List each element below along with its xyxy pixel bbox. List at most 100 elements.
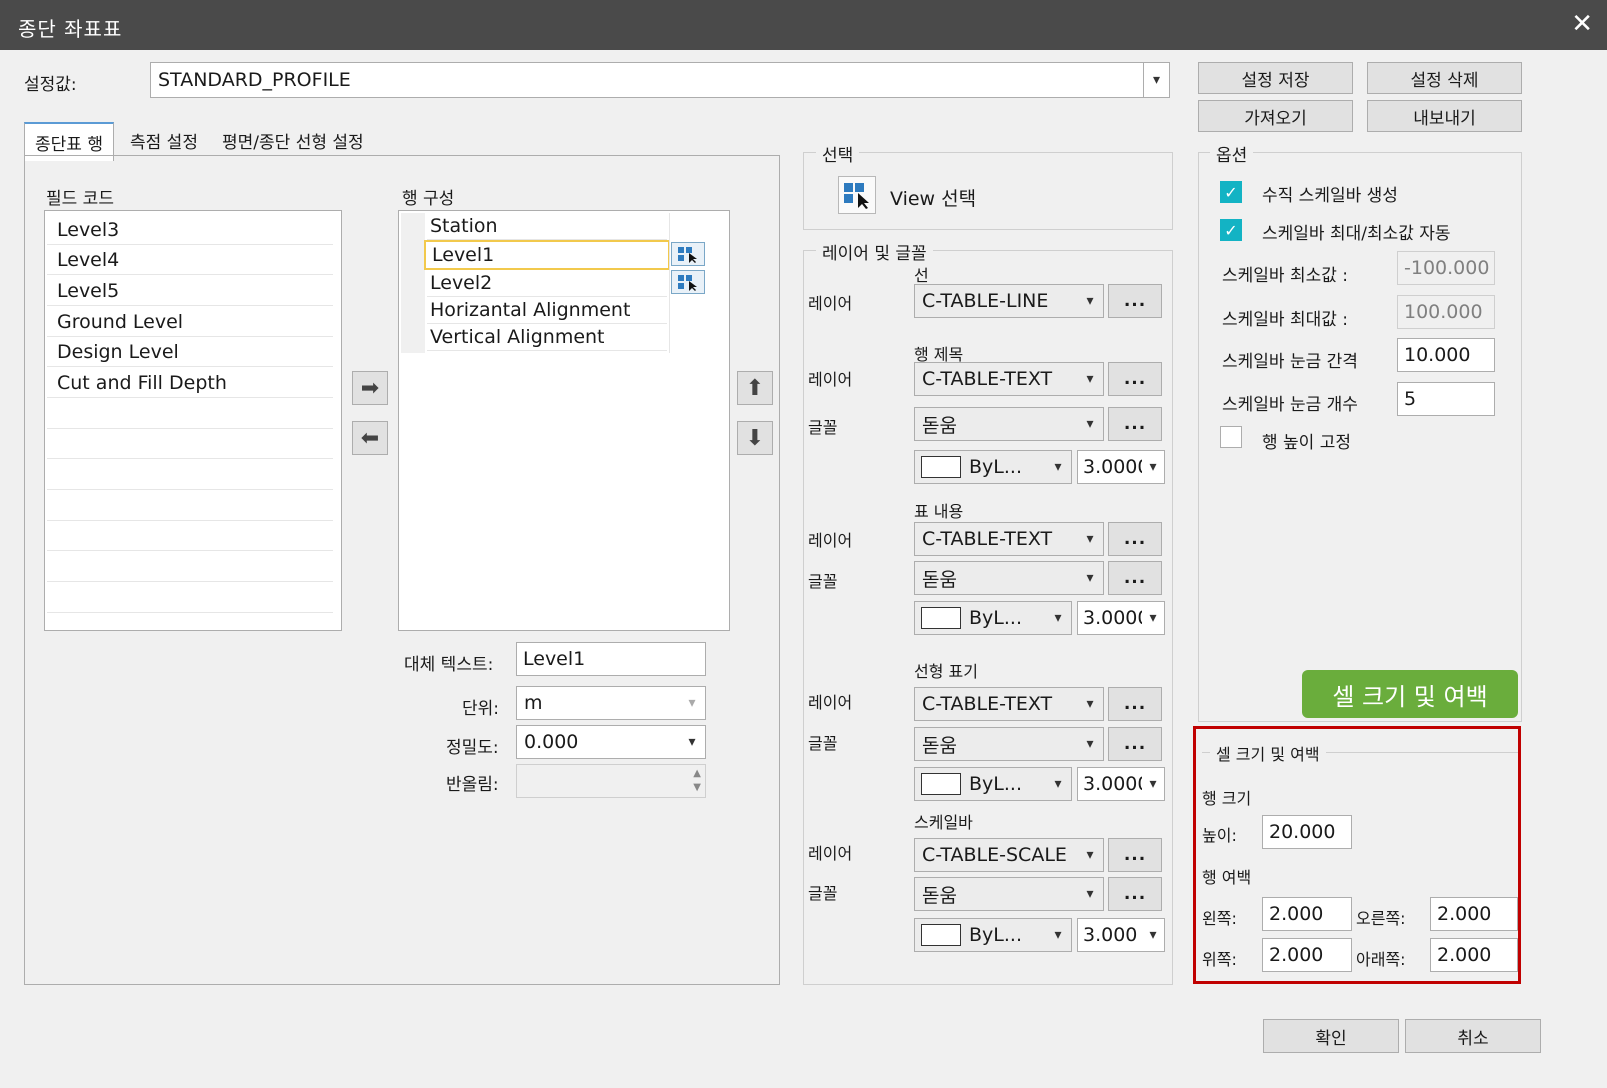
chevron-down-icon: ▾ [1086,371,1094,387]
delete-preset-button[interactable]: 설정 삭제 [1367,62,1522,94]
top-margin-input[interactable]: 2.000 [1262,938,1352,972]
arrow-up-icon: ⬆ [745,375,765,401]
list-item[interactable]: Level3 [47,215,333,245]
max-value-label: 스케일바 최대값 : [1222,310,1349,330]
list-item[interactable]: Ground Level [47,307,333,337]
row-title-font-more-button[interactable]: ... [1108,407,1162,441]
vertical-scalebar-checkbox[interactable]: ✓ [1220,181,1242,203]
table-content-font-more-button[interactable]: ... [1108,561,1162,595]
height-label: 높이: [1202,826,1237,845]
cancel-button[interactable]: 취소 [1405,1019,1541,1053]
chevron-down-icon: ▾ [1086,416,1094,432]
row-title-layer-more-button[interactable]: ... [1108,362,1162,396]
table-content-color-select[interactable]: ByL... ▾ [914,601,1072,635]
interval-input[interactable]: 10.000 [1397,338,1495,372]
table-content-layer-select[interactable]: C-TABLE-TEXT ▾ [914,522,1104,556]
scalebar-layer-value: C-TABLE-SCALE [922,844,1067,866]
list-item[interactable]: Level5 [47,276,333,306]
table-content-size-select[interactable]: 3.0000 ▾ [1077,601,1165,635]
row-title-color-value: ByL... [969,456,1022,478]
table-content-font-select[interactable]: 돋움 ▾ [914,561,1104,595]
row-select-icon[interactable] [671,242,705,266]
left-margin-input[interactable]: 2.000 [1262,897,1352,931]
scalebar-font-select[interactable]: 돋움 ▾ [914,877,1104,911]
color-swatch [921,773,961,795]
import-button[interactable]: 가져오기 [1198,100,1353,132]
chevron-down-icon: ▾ [1086,570,1094,586]
height-input[interactable]: 20.000 [1262,815,1352,849]
remove-row-button[interactable]: ⬅ [352,421,388,455]
list-item[interactable]: Level4 [47,245,333,275]
chevron-down-icon: ▾ [1143,63,1169,97]
chevron-down-icon: ▾ [1086,531,1094,547]
min-value-input[interactable]: -100.000 [1397,251,1495,285]
alignment-size-select[interactable]: 3.0000 ▾ [1077,767,1165,801]
list-item[interactable]: Design Level [47,337,333,367]
row-title-size-select[interactable]: 3.0000 ▾ [1077,450,1165,484]
auto-minmax-checkbox[interactable]: ✓ [1220,219,1242,241]
row-select-icon[interactable] [671,270,705,294]
count-label: 스케일바 눈금 개수 [1222,395,1358,415]
alignment-font-value: 돋움 [922,734,957,757]
row-title-layer-select[interactable]: C-TABLE-TEXT ▾ [914,362,1104,396]
alignment-layer-more-button[interactable]: ... [1108,687,1162,721]
preset-label: 설정값: [24,75,77,95]
scalebar-color-select[interactable]: ByL... ▾ [914,918,1072,952]
alignment-font-select[interactable]: 돋움 ▾ [914,727,1104,761]
scalebar-font-more-button[interactable]: ... [1108,877,1162,911]
spinner-arrows-icon: ▲ ▼ [693,768,701,793]
rounding-spinner[interactable]: ▲ ▼ [516,764,706,798]
list-item-selected[interactable]: Level1 [424,240,670,270]
unit-select[interactable]: m ▾ [516,686,706,720]
count-input[interactable]: 5 [1397,382,1495,416]
alignment-layer-select[interactable]: C-TABLE-TEXT ▾ [914,687,1104,721]
precision-select[interactable]: 0.000 ▾ [516,725,706,759]
row-title-layer-value: C-TABLE-TEXT [922,368,1053,390]
arrow-right-icon: ➡ [360,375,380,401]
bottom-margin-label: 아래쪽: [1356,950,1406,969]
table-content-layer-more-button[interactable]: ... [1108,522,1162,556]
list-item[interactable]: Level2 [427,270,667,297]
max-value-input[interactable]: 100.000 [1397,295,1495,329]
tab-alignment[interactable]: 평면/종단 선형 설정 [212,122,374,159]
right-margin-input[interactable]: 2.000 [1430,897,1518,931]
list-item[interactable]: Horizantal Alignment [427,297,667,324]
row-header-strip [401,213,425,353]
row-title-color-select[interactable]: ByL... ▾ [914,450,1072,484]
scalebar-size-select[interactable]: 3.000 ▾ [1077,918,1165,952]
add-row-button[interactable]: ➡ [352,371,388,405]
view-select-button[interactable]: View 선택 [890,184,976,211]
chevron-down-icon: ▾ [1054,776,1062,792]
view-select-icon[interactable] [838,176,876,214]
list-item[interactable]: Vertical Alignment [427,324,667,351]
alignment-font-more-button[interactable]: ... [1108,727,1162,761]
scalebar-layer-more-button[interactable]: ... [1108,838,1162,872]
move-down-button[interactable]: ⬇ [737,421,773,455]
preset-value: STANDARD_PROFILE [158,69,351,91]
fix-height-checkbox[interactable] [1220,426,1242,448]
chevron-down-icon: ▾ [1054,927,1062,943]
row-config-list[interactable]: Station Level1 Level2 Horizantal Alignme… [398,210,730,631]
chevron-down-icon: ▾ [1086,886,1094,902]
field-code-list[interactable]: Level3 Level4 Level5 Ground Level Design… [44,210,342,631]
font-label: 글꼴 [808,884,838,903]
line-layer-select[interactable]: C-TABLE-LINE ▾ [914,284,1104,318]
move-up-button[interactable]: ⬆ [737,371,773,405]
scalebar-layer-select[interactable]: C-TABLE-SCALE ▾ [914,838,1104,872]
close-icon[interactable]: ✕ [1571,9,1593,39]
export-button[interactable]: 내보내기 [1367,100,1522,132]
preset-select[interactable]: STANDARD_PROFILE ▾ [150,62,1170,98]
alignment-color-select[interactable]: ByL... ▾ [914,767,1072,801]
row-title-font-select[interactable]: 돋움 ▾ [914,407,1104,441]
list-item[interactable]: Station [427,213,667,240]
ok-button[interactable]: 확인 [1263,1019,1399,1053]
vertical-scalebar-label: 수직 스케일바 생성 [1262,186,1398,206]
color-swatch [921,456,961,478]
alt-text-input[interactable]: Level1 [516,642,706,676]
bottom-margin-input[interactable]: 2.000 [1430,938,1518,972]
line-layer-more-button[interactable]: ... [1108,284,1162,318]
tab-station[interactable]: 측점 설정 [120,122,208,159]
selection-title: 선택 [816,141,860,166]
list-item[interactable]: Cut and Fill Depth [47,368,333,398]
save-preset-button[interactable]: 설정 저장 [1198,62,1353,94]
